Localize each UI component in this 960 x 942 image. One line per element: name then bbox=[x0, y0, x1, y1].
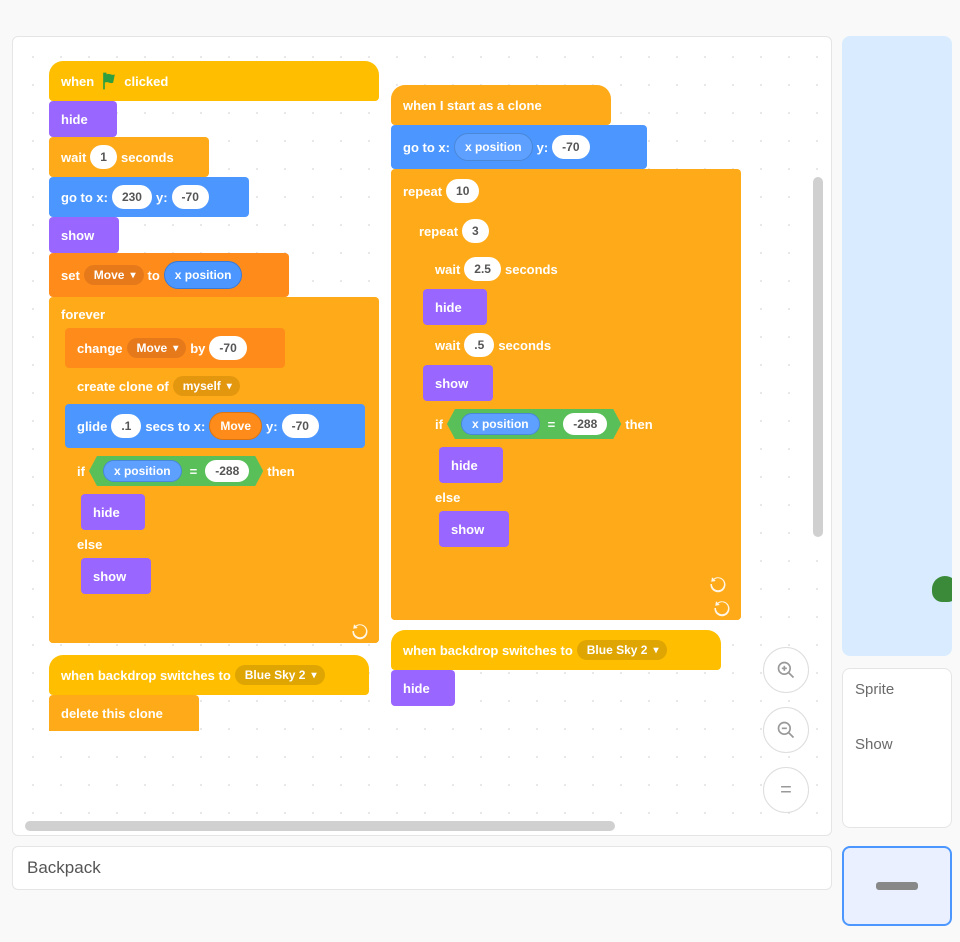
script-stack-2[interactable]: when I start as a clone go to x: x posit… bbox=[391, 85, 741, 706]
equals-value[interactable]: -288 bbox=[205, 460, 249, 482]
block-goto-xy[interactable]: go to x: x position y: -70 bbox=[391, 125, 647, 169]
hat-backdrop-switch[interactable]: when backdrop switches to Blue Sky 2 bbox=[391, 630, 721, 670]
loop-arrow-icon bbox=[351, 622, 369, 640]
backpack-header[interactable]: Backpack bbox=[12, 846, 832, 890]
repeat-count-inner[interactable]: 3 bbox=[462, 219, 489, 243]
reporter-x-position[interactable]: x position bbox=[164, 261, 243, 289]
set-var-dropdown[interactable]: Move bbox=[84, 265, 144, 285]
block-show-nested[interactable]: show bbox=[439, 511, 509, 547]
block-set-var[interactable]: set Move to x position bbox=[49, 253, 289, 297]
block-show[interactable]: show bbox=[49, 217, 119, 253]
block-show[interactable]: show bbox=[423, 365, 493, 401]
block-if-then[interactable]: if x position = -288 then bbox=[423, 401, 723, 447]
reporter-x-position[interactable]: x position bbox=[454, 133, 533, 161]
zoom-reset-button[interactable]: = bbox=[763, 767, 809, 813]
stage-preview[interactable] bbox=[842, 36, 952, 656]
loop-arrow-icon bbox=[709, 575, 727, 593]
sprite-info-panel: Sprite Show bbox=[842, 668, 952, 828]
block-create-clone[interactable]: create clone of myself bbox=[65, 368, 265, 404]
hat-prefix: when bbox=[61, 74, 94, 89]
operator-equals[interactable]: x position = -288 bbox=[89, 456, 263, 486]
loop-arrow-icon bbox=[713, 599, 731, 617]
hat-green-flag[interactable]: when clicked bbox=[49, 61, 379, 101]
change-var-dropdown[interactable]: Move bbox=[127, 338, 187, 358]
block-hide-nested[interactable]: hide bbox=[439, 447, 503, 483]
green-flag-icon bbox=[99, 71, 119, 91]
goto-y[interactable]: -70 bbox=[552, 135, 589, 159]
block-if-then[interactable]: if x position = -288 then bbox=[65, 448, 365, 494]
hat-suffix: clicked bbox=[124, 74, 168, 89]
reporter-x-position[interactable]: x position bbox=[103, 460, 182, 482]
vertical-scrollbar[interactable] bbox=[813, 177, 823, 537]
glide-x-var[interactable]: Move bbox=[209, 412, 262, 440]
block-repeat-outer[interactable]: repeat 10 repeat 3 wait 2.5 seconds bbox=[391, 169, 741, 620]
sprite-thumbnail-selected[interactable] bbox=[842, 846, 952, 926]
block-goto-xy[interactable]: go to x: 230 y: -70 bbox=[49, 177, 249, 217]
block-delete-clone[interactable]: delete this clone bbox=[49, 695, 199, 731]
zoom-controls: = bbox=[763, 647, 809, 813]
goto-x[interactable]: 230 bbox=[112, 185, 152, 209]
block-hide[interactable]: hide bbox=[391, 670, 455, 706]
block-else[interactable]: else bbox=[65, 531, 365, 558]
sprite-name-label: Sprite bbox=[855, 681, 939, 698]
wait-value[interactable]: 1 bbox=[90, 145, 117, 169]
sprite-on-stage-icon bbox=[932, 576, 952, 602]
block-else[interactable]: else bbox=[423, 484, 723, 511]
block-hide[interactable]: hide bbox=[49, 101, 117, 137]
block-glide[interactable]: glide .1 secs to x: Move y: -70 bbox=[65, 404, 365, 448]
hat-backdrop-switch[interactable]: when backdrop switches to Blue Sky 2 bbox=[49, 655, 369, 695]
glide-secs[interactable]: .1 bbox=[111, 414, 141, 438]
backdrop-dropdown[interactable]: Blue Sky 2 bbox=[577, 640, 667, 660]
show-hide-label: Show bbox=[855, 736, 939, 753]
zoom-out-button[interactable] bbox=[763, 707, 809, 753]
hat-start-as-clone[interactable]: when I start as a clone bbox=[391, 85, 611, 125]
backdrop-dropdown[interactable]: Blue Sky 2 bbox=[235, 665, 325, 685]
script-stack-1[interactable]: when clicked hide wait 1 seconds go to x… bbox=[49, 61, 379, 731]
zoom-in-button[interactable] bbox=[763, 647, 809, 693]
operator-equals[interactable]: x position = -288 bbox=[447, 409, 621, 439]
block-forever[interactable]: forever change Move by -70 create clone … bbox=[49, 297, 379, 643]
clone-target-dropdown[interactable]: myself bbox=[173, 376, 240, 396]
thumbnail-icon bbox=[876, 882, 918, 890]
cfoot bbox=[65, 595, 365, 619]
change-var-val[interactable]: -70 bbox=[209, 336, 246, 360]
horizontal-scrollbar[interactable] bbox=[25, 821, 615, 831]
stage-column: Sprite Show bbox=[842, 36, 952, 836]
block-repeat-inner[interactable]: repeat 3 wait 2.5 seconds hide wait .5 bbox=[407, 209, 737, 596]
block-hide[interactable]: hide bbox=[423, 289, 487, 325]
glide-y[interactable]: -70 bbox=[282, 414, 319, 438]
backpack-label: Backpack bbox=[27, 858, 101, 878]
repeat-count-outer[interactable]: 10 bbox=[446, 179, 479, 203]
block-wait[interactable]: wait .5 seconds bbox=[423, 325, 587, 365]
code-canvas[interactable]: when clicked hide wait 1 seconds go to x… bbox=[12, 36, 832, 836]
block-hide-nested[interactable]: hide bbox=[81, 494, 145, 530]
block-show-nested[interactable]: show bbox=[81, 558, 151, 594]
block-wait[interactable]: wait 2.5 seconds bbox=[423, 249, 593, 289]
goto-y[interactable]: -70 bbox=[172, 185, 209, 209]
block-change-var[interactable]: change Move by -70 bbox=[65, 328, 285, 368]
block-wait[interactable]: wait 1 seconds bbox=[49, 137, 209, 177]
